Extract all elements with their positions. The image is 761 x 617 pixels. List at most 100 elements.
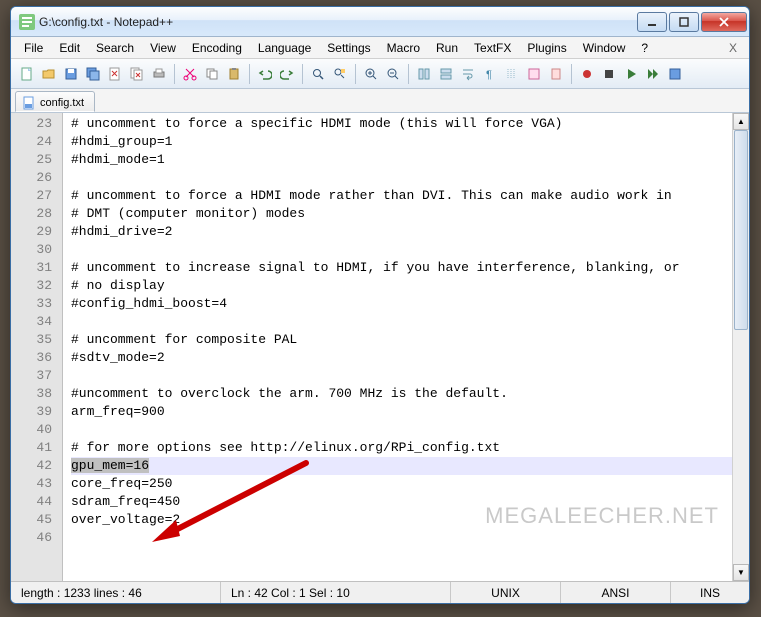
menu-help[interactable]: ? bbox=[634, 39, 655, 57]
code-line[interactable]: # uncomment for composite PAL bbox=[71, 331, 732, 349]
code-line[interactable]: over_voltage=2 bbox=[71, 511, 732, 529]
svg-text:¶: ¶ bbox=[486, 69, 492, 81]
toolbar-separator bbox=[355, 64, 356, 84]
menu-close-x[interactable]: X bbox=[723, 41, 743, 55]
code-line[interactable]: #uncomment to overclock the arm. 700 MHz… bbox=[71, 385, 732, 403]
toolbar-separator bbox=[571, 64, 572, 84]
code-line[interactable] bbox=[71, 169, 732, 187]
scroll-up-button[interactable]: ▲ bbox=[733, 113, 749, 130]
code-line[interactable]: # no display bbox=[71, 277, 732, 295]
editor-area: 2324252627282930313233343536373839404142… bbox=[11, 113, 749, 581]
menu-plugins[interactable]: Plugins bbox=[520, 39, 573, 57]
code-line[interactable]: #sdtv_mode=2 bbox=[71, 349, 732, 367]
status-bar: length : 1233 lines : 46 Ln : 42 Col : 1… bbox=[11, 581, 749, 603]
open-file-button[interactable] bbox=[39, 64, 59, 84]
code-line[interactable]: # uncomment to increase signal to HDMI, … bbox=[71, 259, 732, 277]
menu-file[interactable]: File bbox=[17, 39, 50, 57]
code-line[interactable]: # uncomment to force a specific HDMI mod… bbox=[71, 115, 732, 133]
scroll-thumb[interactable] bbox=[734, 130, 748, 330]
app-icon bbox=[19, 14, 35, 30]
window-title: G:\config.txt - Notepad++ bbox=[39, 15, 635, 29]
toolbar-separator bbox=[408, 64, 409, 84]
tab-label: config.txt bbox=[40, 97, 84, 109]
sync-v-button[interactable] bbox=[414, 64, 434, 84]
indent-guide-button[interactable] bbox=[502, 64, 522, 84]
close-file-button[interactable] bbox=[105, 64, 125, 84]
code-line[interactable]: core_freq=250 bbox=[71, 475, 732, 493]
copy-button[interactable] bbox=[202, 64, 222, 84]
save-macro-button[interactable] bbox=[665, 64, 685, 84]
play-multi-button[interactable] bbox=[643, 64, 663, 84]
menu-run[interactable]: Run bbox=[429, 39, 465, 57]
menu-edit[interactable]: Edit bbox=[52, 39, 87, 57]
code-line[interactable]: # DMT (computer monitor) modes bbox=[71, 205, 732, 223]
code-line[interactable] bbox=[71, 241, 732, 259]
status-eol: UNIX bbox=[451, 582, 561, 603]
code-line[interactable]: sdram_freq=450 bbox=[71, 493, 732, 511]
code-line[interactable] bbox=[71, 367, 732, 385]
undo-button[interactable] bbox=[255, 64, 275, 84]
code-line[interactable]: #config_hdmi_boost=4 bbox=[71, 295, 732, 313]
code-line[interactable] bbox=[71, 529, 732, 547]
wrap-button[interactable] bbox=[458, 64, 478, 84]
code-line[interactable] bbox=[71, 421, 732, 439]
menu-search[interactable]: Search bbox=[89, 39, 141, 57]
code-line[interactable] bbox=[71, 313, 732, 331]
print-button[interactable] bbox=[149, 64, 169, 84]
code-line[interactable]: #hdmi_drive=2 bbox=[71, 223, 732, 241]
new-file-button[interactable] bbox=[17, 64, 37, 84]
toolbar: ¶ bbox=[11, 59, 749, 89]
code-line[interactable]: #hdmi_group=1 bbox=[71, 133, 732, 151]
tab-config[interactable]: config.txt bbox=[15, 91, 95, 112]
scroll-track[interactable] bbox=[733, 130, 749, 564]
toolbar-separator bbox=[249, 64, 250, 84]
title-bar[interactable]: G:\config.txt - Notepad++ bbox=[11, 7, 749, 37]
menu-language[interactable]: Language bbox=[251, 39, 318, 57]
maximize-button[interactable] bbox=[669, 12, 699, 32]
doc-map-button[interactable] bbox=[546, 64, 566, 84]
menu-encoding[interactable]: Encoding bbox=[185, 39, 249, 57]
menu-settings[interactable]: Settings bbox=[320, 39, 377, 57]
toolbar-separator bbox=[302, 64, 303, 84]
stop-button[interactable] bbox=[599, 64, 619, 84]
play-button[interactable] bbox=[621, 64, 641, 84]
paste-button[interactable] bbox=[224, 64, 244, 84]
status-mode: INS bbox=[671, 582, 749, 603]
record-button[interactable] bbox=[577, 64, 597, 84]
menu-bar: File Edit Search View Encoding Language … bbox=[11, 37, 749, 59]
save-all-button[interactable] bbox=[83, 64, 103, 84]
line-number-gutter: 2324252627282930313233343536373839404142… bbox=[11, 113, 63, 581]
zoom-in-button[interactable] bbox=[361, 64, 381, 84]
user-lang-button[interactable] bbox=[524, 64, 544, 84]
code-line[interactable]: gpu_mem=16 bbox=[71, 457, 732, 475]
scroll-down-button[interactable]: ▼ bbox=[733, 564, 749, 581]
tab-bar: config.txt bbox=[11, 89, 749, 113]
status-encoding: ANSI bbox=[561, 582, 671, 603]
cut-button[interactable] bbox=[180, 64, 200, 84]
zoom-out-button[interactable] bbox=[383, 64, 403, 84]
sync-h-button[interactable] bbox=[436, 64, 456, 84]
close-button[interactable] bbox=[701, 12, 747, 32]
code-line[interactable]: # uncomment to force a HDMI mode rather … bbox=[71, 187, 732, 205]
minimize-button[interactable] bbox=[637, 12, 667, 32]
vertical-scrollbar[interactable]: ▲ ▼ bbox=[732, 113, 749, 581]
menu-macro[interactable]: Macro bbox=[380, 39, 427, 57]
menu-window[interactable]: Window bbox=[576, 39, 633, 57]
code-line[interactable]: arm_freq=900 bbox=[71, 403, 732, 421]
show-chars-button[interactable]: ¶ bbox=[480, 64, 500, 84]
status-length: length : 1233 lines : 46 bbox=[11, 582, 221, 603]
code-line[interactable]: #hdmi_mode=1 bbox=[71, 151, 732, 169]
find-button[interactable] bbox=[308, 64, 328, 84]
code-content[interactable]: # uncomment to force a specific HDMI mod… bbox=[63, 113, 732, 581]
save-button[interactable] bbox=[61, 64, 81, 84]
close-all-button[interactable] bbox=[127, 64, 147, 84]
file-icon bbox=[22, 96, 36, 110]
status-position: Ln : 42 Col : 1 Sel : 10 bbox=[221, 582, 451, 603]
replace-button[interactable] bbox=[330, 64, 350, 84]
app-window: G:\config.txt - Notepad++ File Edit Sear… bbox=[10, 6, 750, 604]
menu-view[interactable]: View bbox=[143, 39, 183, 57]
toolbar-separator bbox=[174, 64, 175, 84]
code-line[interactable]: # for more options see http://elinux.org… bbox=[71, 439, 732, 457]
menu-textfx[interactable]: TextFX bbox=[467, 39, 518, 57]
redo-button[interactable] bbox=[277, 64, 297, 84]
